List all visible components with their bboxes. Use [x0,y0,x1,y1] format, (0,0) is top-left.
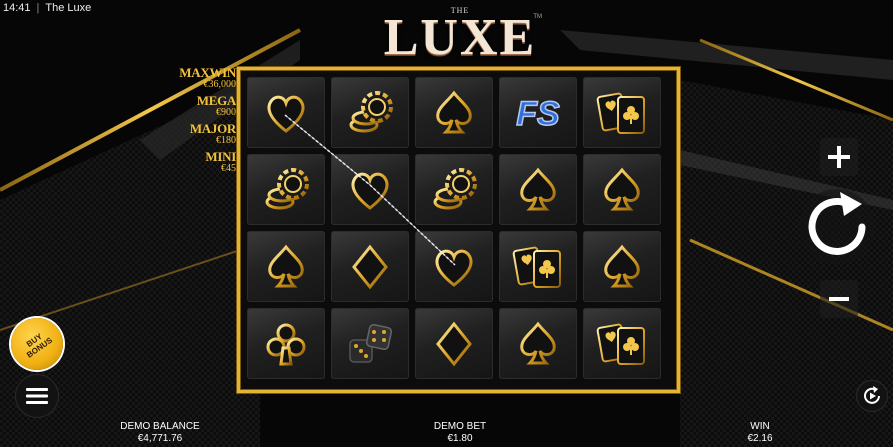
reel-cell: FS [499,77,577,148]
reel-cell [415,308,493,379]
reel-cell [499,231,577,302]
spade-symbol [520,321,556,364]
bet-value: €1.80 [447,433,473,444]
spin-arrow-icon [799,189,875,265]
separator: | [36,2,40,14]
reel-cell [415,231,493,302]
diamond-symbol [352,244,388,289]
reel-cell [499,308,577,379]
reel-cell [247,154,325,225]
spade-symbol [604,167,640,210]
balance-display: DEMO BALANCE €4,771.76 [110,421,210,445]
game-logo: THE LUXE TM [370,4,550,68]
aces-cards-symbol [596,92,645,134]
jackpot-mega: MEGA €900 [168,93,237,118]
heart-symbol [435,249,473,287]
jackpot-value: €45 [221,163,236,174]
decrease-bet-button[interactable] [820,280,858,318]
jackpot-name: MINI [205,149,236,164]
reel-cell [331,231,409,302]
jackpot-list: MAXWIN €36,000 MEGA €900 MAJOR €180 MINI… [168,66,236,178]
reel-cell [247,231,325,302]
plus-icon [828,146,850,168]
balance-value: €4,771.76 [137,433,183,444]
app-title: The Luxe [45,2,92,14]
logo-luxe: LUXE [383,9,537,66]
menu-button[interactable] [15,374,59,418]
jackpot-maxwin: MAXWIN €36,000 [168,66,236,90]
spade-symbol [604,244,640,287]
dice-symbol [349,323,393,363]
jackpot-major: MAJOR €180 [168,122,236,146]
free-spins-symbol: FS [516,94,561,134]
club-symbol [266,323,306,365]
reel-cell [415,154,493,225]
bet-display[interactable]: DEMO BET €1.80 [415,421,505,445]
diamond-symbol [436,321,472,366]
poker-chips-symbol [349,90,393,132]
status-bar: 14:41 | The Luxe [0,0,91,16]
autoplay-button[interactable] [856,380,888,412]
reel-cell [415,77,493,148]
jackpot-value: €36,000 [203,79,237,90]
logo-tm: TM [533,14,542,20]
win-value: €2.16 [747,433,773,444]
autoplay-icon [864,386,880,404]
reel-cell [331,154,409,225]
spade-symbol [436,90,472,133]
reel-cell [247,77,325,148]
jackpot-name: MAXWIN [179,65,236,80]
reel-cell [331,77,409,148]
hamburger-icon [26,388,48,404]
increase-bet-button[interactable] [820,138,858,176]
reel-frame: FS [237,67,680,393]
jackpot-name: MEGA [196,93,237,108]
balance-label: DEMO BALANCE [120,421,200,432]
bet-label: DEMO BET [433,421,487,432]
clock: 14:41 [3,2,31,14]
win-label: WIN [750,421,770,432]
spin-button[interactable] [796,186,878,268]
svg-text:FS: FS [516,95,560,133]
aces-cards-symbol [596,323,645,365]
reel-cell [583,77,661,148]
reel-cell [583,308,661,379]
reel-cell [331,308,409,379]
buy-bonus-label: BUY BONUS [24,331,54,360]
jackpot-name: MAJOR [189,121,236,136]
poker-chips-symbol [433,167,477,209]
spade-symbol [268,244,304,287]
jackpot-value: €900 [216,107,236,118]
reel-cell [583,154,661,225]
jackpot-mini: MINI €45 [168,150,236,174]
minus-icon [829,297,849,301]
reel-cell [583,231,661,302]
buy-bonus-button[interactable]: BUY BONUS [11,318,63,370]
spade-symbol [520,167,556,210]
jackpot-value: €180 [216,135,236,146]
reel-cell [247,308,325,379]
heart-symbol [351,172,389,210]
aces-cards-symbol [512,246,561,288]
reel-cell [499,154,577,225]
reel-grid: FS [247,77,661,379]
poker-chips-symbol [265,167,309,209]
win-display: WIN €2.16 [720,421,800,445]
heart-symbol [267,95,305,133]
